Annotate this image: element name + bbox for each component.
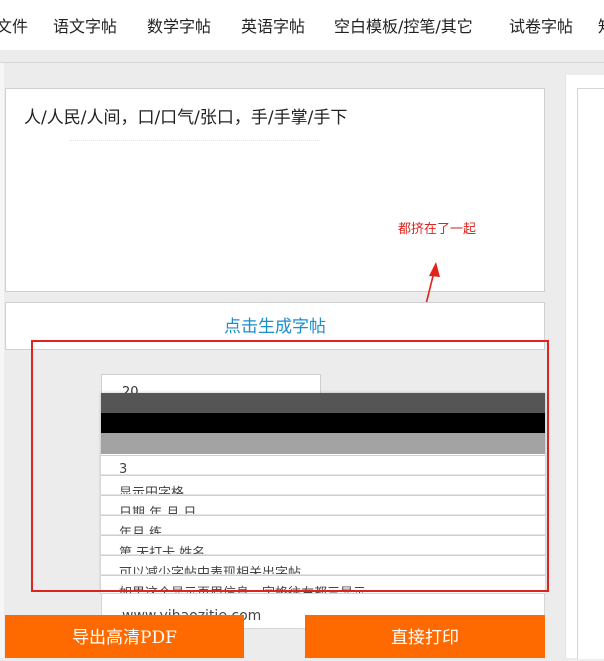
highlight-box <box>31 340 549 592</box>
preview-page <box>577 88 604 659</box>
setting-label-5: —— —— <box>5 592 66 596</box>
print-button[interactable]: 直接打印 <box>305 615 545 658</box>
export-pdf-button[interactable]: 导出高清PDF <box>5 615 244 658</box>
